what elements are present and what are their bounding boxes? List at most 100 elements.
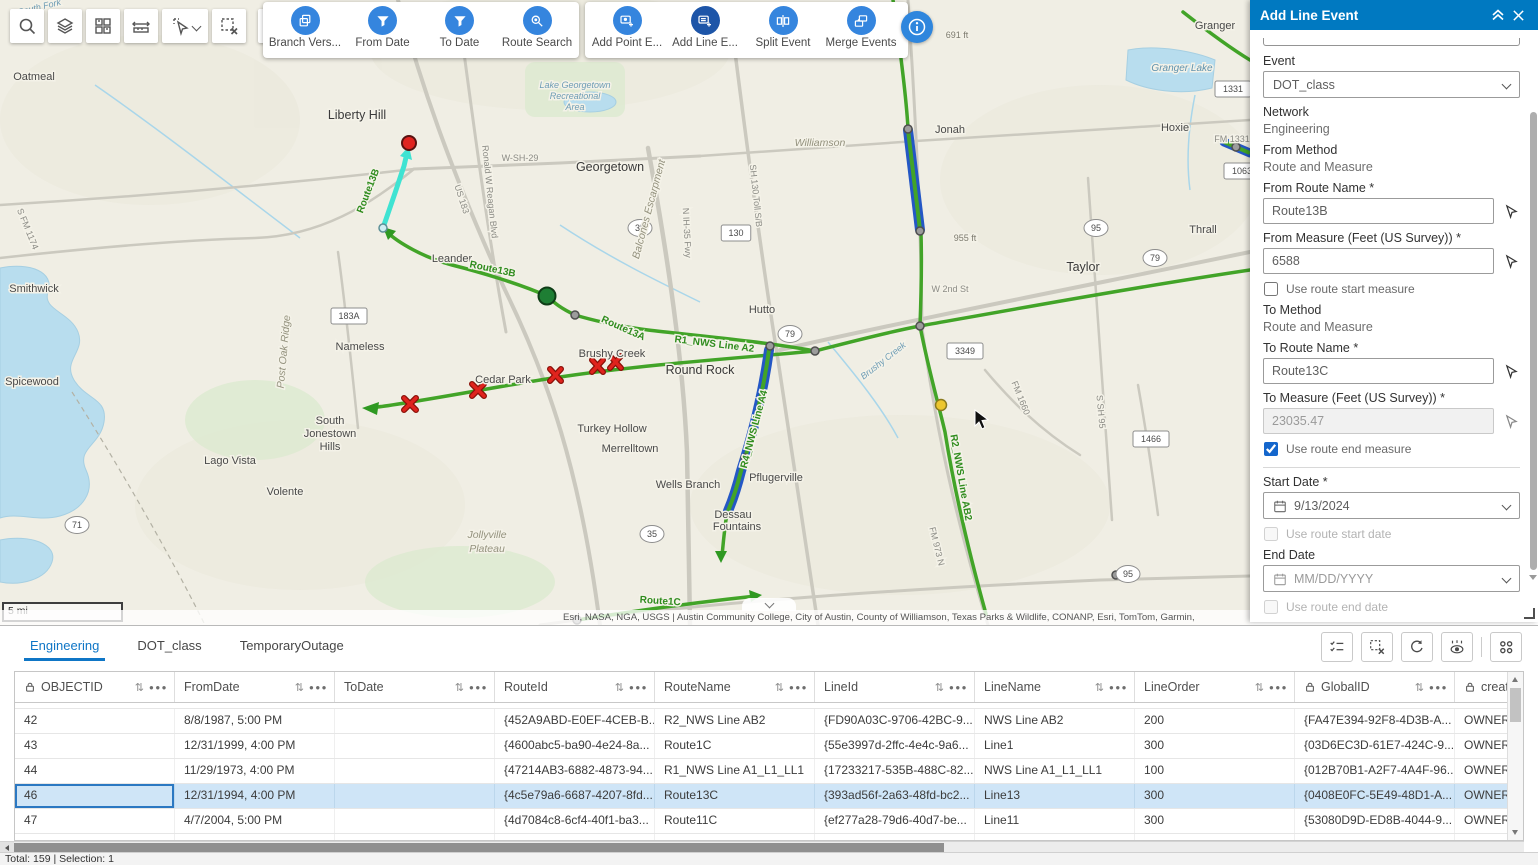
table-cell[interactable]: {0408E0FC-5E49-48D1-A... — [1295, 784, 1455, 808]
to-route-name-input[interactable] — [1263, 358, 1494, 384]
table-cell[interactable]: 300 — [1135, 809, 1295, 833]
basemap-gallery-button[interactable] — [86, 9, 120, 43]
sort-icon[interactable]: ⇅ — [1415, 681, 1424, 694]
column-menu-icon[interactable]: ●●● — [469, 683, 488, 692]
info-button[interactable] — [901, 11, 933, 43]
table-cell[interactable]: 12/31/2018, 4:00 PM — [175, 834, 335, 841]
table-cell[interactable]: R1_NWS Line A1_L1_LL1 — [655, 759, 815, 783]
sort-icon[interactable]: ⇅ — [935, 681, 944, 694]
table-cell[interactable]: NWS Line A1_L1_LL1 — [975, 759, 1135, 783]
to-measure-input[interactable] — [1263, 408, 1494, 434]
table-cell[interactable]: 48 — [15, 834, 175, 841]
table-cell[interactable]: 200 — [1135, 709, 1295, 733]
table-cell[interactable]: {03D6EC3D-61E7-424C-9... — [1295, 734, 1455, 758]
table-cell[interactable]: {ef277a28-79d6-40d7-be... — [815, 809, 975, 833]
column-header-lineorder[interactable]: LineOrder⇅●●● — [1135, 672, 1295, 702]
column-header-linename[interactable]: LineName⇅●●● — [975, 672, 1135, 702]
column-header-routeid[interactable]: RouteId⇅●●● — [495, 672, 655, 702]
column-header-fromdate[interactable]: FromDate⇅●●● — [175, 672, 335, 702]
column-header-objectid[interactable]: OBJECTID⇅●●● — [15, 672, 175, 702]
table-cell[interactable]: {012B70B1-A2F7-4A4F-96... — [1295, 759, 1455, 783]
column-header-lineid[interactable]: LineId⇅●●● — [815, 672, 975, 702]
column-menu-icon[interactable]: ●●● — [149, 683, 168, 692]
panel-scrollbar[interactable] — [1529, 38, 1537, 577]
table-cell[interactable]: 8/8/1987, 5:00 PM — [175, 709, 335, 733]
event-select[interactable]: DOT_class — [1263, 71, 1520, 98]
end-date-picker[interactable]: MM/DD/YYYY — [1263, 565, 1520, 592]
sort-icon[interactable]: ⇅ — [775, 681, 784, 694]
column-menu-icon[interactable]: ●●● — [789, 683, 808, 692]
table-cell[interactable]: 47 — [15, 809, 175, 833]
table-cell[interactable]: 12/31/1999, 4:00 PM — [175, 734, 335, 758]
use-route-start-date-checkbox[interactable] — [1264, 527, 1278, 541]
from-route-name-input[interactable] — [1263, 198, 1494, 224]
table-row[interactable]: 4411/29/1973, 4:00 PM{47214AB3-6882-4873… — [15, 759, 1523, 784]
sort-icon[interactable]: ⇅ — [295, 681, 304, 694]
column-menu-icon[interactable]: ●●● — [1429, 683, 1448, 692]
use-route-end-measure-checkbox[interactable] — [1264, 442, 1278, 456]
add-line-event-button[interactable]: Add Line E... — [673, 6, 737, 49]
table-cell[interactable]: {55e3997d-2ffc-4e4c-9a6... — [815, 734, 975, 758]
table-cell[interactable] — [335, 784, 495, 808]
column-header-routename[interactable]: RouteName⇅●●● — [655, 672, 815, 702]
table-cell[interactable]: R1_NWS Line A1_L1... — [655, 834, 815, 841]
table-cell[interactable]: {452A9ABD-E0EF-4CEB-B... — [495, 709, 655, 733]
sort-icon[interactable]: ⇅ — [455, 681, 464, 694]
column-menu-icon[interactable]: ●●● — [629, 683, 648, 692]
measure-tool-button[interactable] — [124, 9, 158, 43]
scroll-up-arrow-icon[interactable] — [1512, 677, 1518, 682]
table-cell[interactable]: 42 — [15, 709, 175, 733]
table-cell[interactable]: 43 — [15, 734, 175, 758]
panel-resize-handle[interactable] — [1524, 608, 1535, 619]
from-measure-input[interactable] — [1263, 248, 1494, 274]
column-menu-icon[interactable]: ●●● — [1109, 683, 1128, 692]
scroll-down-arrow-icon[interactable] — [1529, 575, 1537, 580]
table-row[interactable]: 428/8/1987, 5:00 PM {452A9ABD-E0EF-4CEB-B… — [15, 709, 1523, 734]
table-cell[interactable]: 400 — [1135, 834, 1295, 841]
table-actions-button[interactable] — [1490, 632, 1522, 662]
close-panel-button[interactable] — [1508, 5, 1528, 25]
table-cell[interactable]: 11/29/1973, 4:00 PM — [175, 759, 335, 783]
table-cell[interactable]: {FA47E394-92F8-4D3B-A... — [1295, 709, 1455, 733]
split-event-button[interactable]: Split Event — [751, 6, 815, 49]
table-cell[interactable] — [335, 709, 495, 733]
sort-icon[interactable]: ⇅ — [135, 681, 144, 694]
table-cell[interactable]: {4600abc5-ba90-4e24-8a... — [495, 734, 655, 758]
table-cell[interactable]: 100 — [1135, 759, 1295, 783]
table-cell[interactable] — [335, 834, 495, 841]
pick-to-route-on-map-button[interactable] — [1502, 362, 1520, 380]
column-menu-icon[interactable]: ●●● — [1269, 683, 1288, 692]
sort-icon[interactable]: ⇅ — [1095, 681, 1104, 694]
show-selection-button[interactable] — [1321, 632, 1353, 662]
table-cell[interactable]: Route11C — [655, 809, 815, 833]
sort-icon[interactable]: ⇅ — [615, 681, 624, 694]
table-cell[interactable]: {FD90A03C-9706-42BC-9... — [815, 709, 975, 733]
table-cell[interactable]: 4/7/2004, 5:00 PM — [175, 809, 335, 833]
table-cell[interactable]: {4c5e79a6-6687-4207-8fd... — [495, 784, 655, 808]
use-route-start-measure-checkbox[interactable] — [1264, 282, 1278, 296]
start-date-picker[interactable]: 9/13/2024 — [1263, 492, 1520, 519]
table-cell[interactable]: 44 — [15, 759, 175, 783]
scroll-down-arrow-icon[interactable] — [1512, 830, 1518, 835]
tab-temporary-outage[interactable]: TemporaryOutage — [240, 638, 344, 657]
collapse-panel-button[interactable] — [1488, 5, 1508, 25]
table-cell[interactable]: 12/31/1994, 4:00 PM — [175, 784, 335, 808]
from-date-button[interactable]: From Date — [351, 6, 414, 49]
table-vertical-scrollbar[interactable] — [1507, 672, 1523, 840]
refresh-button[interactable] — [1401, 632, 1433, 662]
pick-from-route-on-map-button[interactable] — [1502, 202, 1520, 220]
attribution-collapse-tab[interactable] — [742, 598, 796, 611]
panel-scrollbar-thumb[interactable] — [1530, 112, 1537, 570]
table-row[interactable]: 474/7/2004, 5:00 PM{4d7084c8-6cf4-40f1-b… — [15, 809, 1523, 834]
table-cell[interactable]: Line11 — [975, 809, 1135, 833]
table-cell[interactable] — [335, 734, 495, 758]
pick-to-measure-on-map-button[interactable] — [1502, 412, 1520, 430]
table-cell[interactable]: 300 — [1135, 734, 1295, 758]
table-cell[interactable]: {6B2F4C8A-9D31-4E67-B... — [1295, 834, 1455, 841]
table-cell[interactable]: Route1C — [655, 734, 815, 758]
table-cell[interactable]: Line13 — [975, 784, 1135, 808]
column-header-globalid[interactable]: GlobalID⇅●●● — [1295, 672, 1455, 702]
column-menu-icon[interactable]: ●●● — [949, 683, 968, 692]
merge-events-button[interactable]: Merge Events — [829, 6, 893, 49]
search-tool-button[interactable] — [10, 9, 44, 43]
